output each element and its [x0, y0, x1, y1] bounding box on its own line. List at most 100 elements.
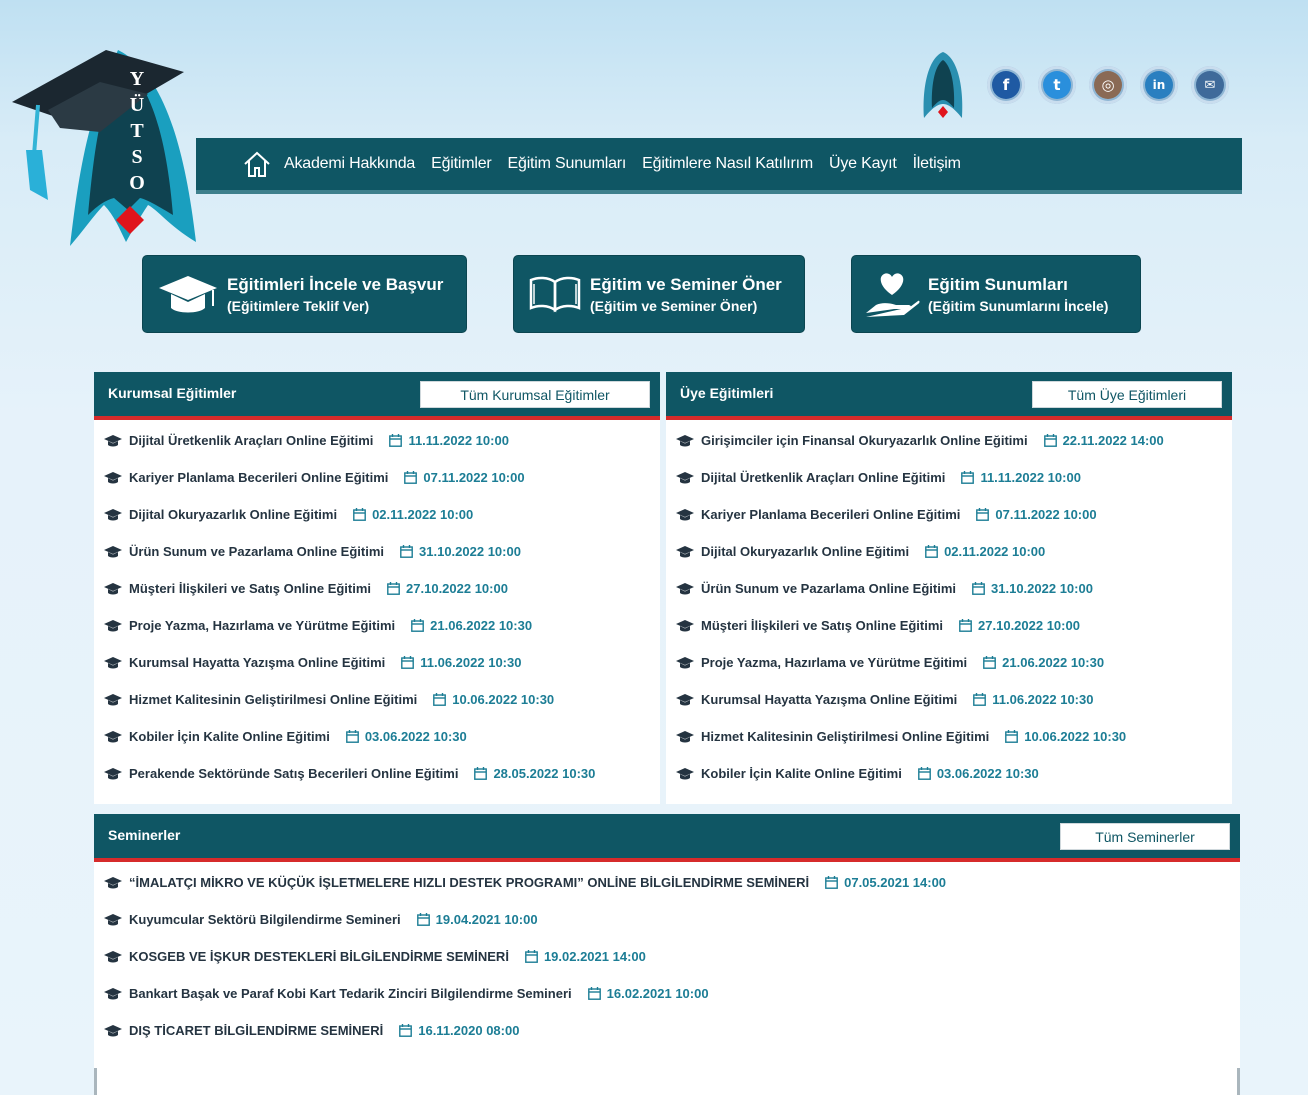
- graduation-cap-icon: [104, 913, 122, 925]
- event-date: 21.06.2022 10:30: [430, 618, 533, 633]
- calendar-icon: [825, 876, 839, 889]
- event-title[interactable]: Dijital Üretkenlik Araçları Online Eğiti…: [129, 433, 373, 448]
- list-item[interactable]: Bankart Başak ve Paraf Kobi Kart Tedarik…: [94, 975, 1240, 1012]
- calendar-icon: [474, 767, 488, 780]
- list-item[interactable]: Müşteri İlişkileri ve Satış Online Eğiti…: [94, 570, 660, 607]
- action-subtitle: (Eğitim ve Seminer Öner): [590, 297, 758, 314]
- event-title[interactable]: Kobiler İçin Kalite Online Eğitimi: [129, 729, 330, 744]
- list-item[interactable]: “İMALATÇI MİKRO VE KÜÇÜK İŞLETMELERE HIZ…: [94, 864, 1240, 901]
- event-title[interactable]: Dijital Okuryazarlık Online Eğitimi: [129, 507, 337, 522]
- nav-item-member-register[interactable]: Üye Kayıt: [829, 155, 897, 173]
- instagram-icon[interactable]: ◎: [1089, 66, 1127, 104]
- calendar-icon: [411, 619, 425, 632]
- graduation-cap-icon: [676, 730, 694, 742]
- nav-item-presentations[interactable]: Eğitim Sunumları: [508, 155, 627, 173]
- list-item[interactable]: Kobiler İçin Kalite Online Eğitimi 03.06.…: [94, 718, 660, 755]
- email-icon[interactable]: ✉: [1191, 66, 1229, 104]
- event-title[interactable]: Kurumsal Hayatta Yazışma Online Eğitimi: [129, 655, 385, 670]
- facebook-icon[interactable]: f: [987, 66, 1025, 104]
- list-item[interactable]: Kurumsal Hayatta Yazışma Online Eğitimi 1…: [94, 644, 660, 681]
- list-item[interactable]: Dijital Üretkenlik Araçları Online Eğiti…: [94, 422, 660, 459]
- event-title[interactable]: Kobiler İçin Kalite Online Eğitimi: [701, 766, 902, 781]
- nav-item-about[interactable]: Akademi Hakkında: [284, 155, 415, 173]
- event-title[interactable]: Kuyumcular Sektörü Bilgilendirme Seminer…: [129, 912, 401, 927]
- home-icon[interactable]: [242, 149, 272, 179]
- graduation-cap-icon: [104, 619, 122, 631]
- emblem-icon[interactable]: [918, 48, 968, 122]
- suggest-training-button[interactable]: Eğitim ve Seminer Öner (Eğitim ve Semine…: [514, 256, 804, 332]
- nav-item-contact[interactable]: İletişim: [913, 155, 961, 173]
- list-item[interactable]: Kariyer Planlama Becerileri Online Eğiti…: [94, 459, 660, 496]
- event-title[interactable]: “İMALATÇI MİKRO VE KÜÇÜK İŞLETMELERE HIZ…: [129, 875, 809, 890]
- corporate-trainings-panel: Kurumsal Eğitimler Tüm Kurumsal Eğitimle…: [94, 372, 660, 804]
- graduation-cap-icon: [676, 656, 694, 668]
- all-member-trainings-button[interactable]: Tüm Üye Eğitimleri: [1032, 381, 1222, 408]
- nav-item-trainings[interactable]: Eğitimler: [431, 155, 492, 173]
- list-item[interactable]: DIŞ TİCARET BİLGİLENDİRME SEMİNERİ 16.11.…: [94, 1012, 1240, 1049]
- calendar-icon: [416, 913, 430, 926]
- list-item[interactable]: Ürün Sunum ve Pazarlama Online Eğitimi 31…: [666, 570, 1232, 607]
- calendar-icon: [973, 693, 987, 706]
- list-item[interactable]: Proje Yazma, Hazırlama ve Yürütme Eğitim…: [666, 644, 1232, 681]
- all-corporate-trainings-button[interactable]: Tüm Kurumsal Eğitimler: [420, 381, 650, 408]
- member-trainings-panel: Üye Eğitimleri Tüm Üye Eğitimleri Girişi…: [666, 372, 1232, 804]
- twitter-icon[interactable]: t: [1038, 66, 1076, 104]
- event-title[interactable]: Girişimciler için Finansal Okuryazarlık …: [701, 433, 1028, 448]
- event-title[interactable]: Bankart Başak ve Paraf Kobi Kart Tedarik…: [129, 986, 572, 1001]
- list-item[interactable]: Kobiler İçin Kalite Online Eğitimi 03.06.…: [666, 755, 1232, 792]
- event-title[interactable]: Proje Yazma, Hazırlama ve Yürütme Eğitim…: [129, 618, 395, 633]
- list-item[interactable]: Hizmet Kalitesinin Geliştirilmesi Online…: [94, 681, 660, 718]
- graduation-cap-icon: [676, 767, 694, 779]
- list-item[interactable]: Girişimciler için Finansal Okuryazarlık …: [666, 422, 1232, 459]
- linkedin-icon[interactable]: in: [1140, 66, 1178, 104]
- yutso-logo[interactable]: Y Ü T S O: [8, 10, 208, 250]
- event-title[interactable]: Müşteri İlişkileri ve Satış Online Eğiti…: [701, 618, 943, 633]
- event-title[interactable]: Kurumsal Hayatta Yazışma Online Eğitimi: [701, 692, 957, 707]
- graduation-cap-icon: [104, 434, 122, 446]
- graduation-cap-icon: [104, 987, 122, 999]
- event-title[interactable]: Perakende Sektöründe Satış Becerileri On…: [129, 766, 458, 781]
- all-seminars-button[interactable]: Tüm Seminerler: [1060, 823, 1230, 850]
- list-item[interactable]: KOSGEB VE İŞKUR DESTEKLERİ BİLGİLENDİRME…: [94, 938, 1240, 975]
- graduation-cap-icon: [104, 545, 122, 557]
- event-title[interactable]: Ürün Sunum ve Pazarlama Online Eğitimi: [701, 581, 956, 596]
- logo-letter: Y: [129, 68, 145, 90]
- event-title[interactable]: Kariyer Planlama Becerileri Online Eğiti…: [701, 507, 960, 522]
- event-title[interactable]: Dijital Üretkenlik Araçları Online Eğiti…: [701, 470, 945, 485]
- list-item[interactable]: Hizmet Kalitesinin Geliştirilmesi Online…: [666, 718, 1232, 755]
- calendar-icon: [401, 656, 415, 669]
- event-title[interactable]: Proje Yazma, Hazırlama ve Yürütme Eğitim…: [701, 655, 967, 670]
- list-item[interactable]: Kuyumcular Sektörü Bilgilendirme Seminer…: [94, 901, 1240, 938]
- list-item[interactable]: Dijital Üretkenlik Araçları Online Eğiti…: [666, 459, 1232, 496]
- event-title[interactable]: Dijital Okuryazarlık Online Eğitimi: [701, 544, 909, 559]
- list-item[interactable]: Dijital Okuryazarlık Online Eğitimi 02.11…: [666, 533, 1232, 570]
- event-title[interactable]: Müşteri İlişkileri ve Satış Online Eğiti…: [129, 581, 371, 596]
- list-item[interactable]: Proje Yazma, Hazırlama ve Yürütme Eğitim…: [94, 607, 660, 644]
- calendar-icon: [353, 508, 366, 521]
- event-title[interactable]: DIŞ TİCARET BİLGİLENDİRME SEMİNERİ: [129, 1023, 383, 1038]
- graduation-cap-icon: [676, 582, 694, 594]
- list-item[interactable]: Müşteri İlişkileri ve Satış Online Eğiti…: [666, 607, 1232, 644]
- event-title[interactable]: Hizmet Kalitesinin Geliştirilmesi Online…: [129, 692, 417, 707]
- event-title[interactable]: KOSGEB VE İŞKUR DESTEKLERİ BİLGİLENDİRME…: [129, 949, 509, 964]
- list-item[interactable]: Kurumsal Hayatta Yazışma Online Eğitimi 1…: [666, 681, 1232, 718]
- event-title[interactable]: Kariyer Planlama Becerileri Online Eğiti…: [129, 470, 388, 485]
- event-date: 02.11.2022 10:00: [944, 544, 1046, 559]
- presentations-button[interactable]: Eğitim Sunumları (Eğitim Sunumlarını İnc…: [852, 256, 1140, 332]
- calendar-icon: [961, 471, 975, 484]
- graduation-cap-icon: [104, 1024, 122, 1036]
- apply-trainings-button[interactable]: Eğitimleri İncele ve Başvur (Eğitimlere …: [143, 256, 466, 332]
- list-item[interactable]: Kariyer Planlama Becerileri Online Eğiti…: [666, 496, 1232, 533]
- list-item[interactable]: Ürün Sunum ve Pazarlama Online Eğitimi 31…: [94, 533, 660, 570]
- event-date: 03.06.2022 10:30: [936, 766, 1039, 781]
- event-date: 11.11.2022 10:00: [408, 433, 509, 448]
- graduation-cap-icon: [104, 950, 122, 962]
- open-book-icon: [529, 276, 581, 313]
- event-date: 11.06.2022 10:30: [992, 692, 1094, 707]
- event-title[interactable]: Hizmet Kalitesinin Geliştirilmesi Online…: [701, 729, 989, 744]
- list-item[interactable]: Perakende Sektöründe Satış Becerileri On…: [94, 755, 660, 792]
- event-title[interactable]: Ürün Sunum ve Pazarlama Online Eğitimi: [129, 544, 384, 559]
- list-item[interactable]: Dijital Okuryazarlık Online Eğitimi 02.11…: [94, 496, 660, 533]
- graduation-cap-icon: [104, 876, 122, 888]
- nav-item-how-to-join[interactable]: Eğitimlere Nasıl Katılırım: [642, 155, 813, 173]
